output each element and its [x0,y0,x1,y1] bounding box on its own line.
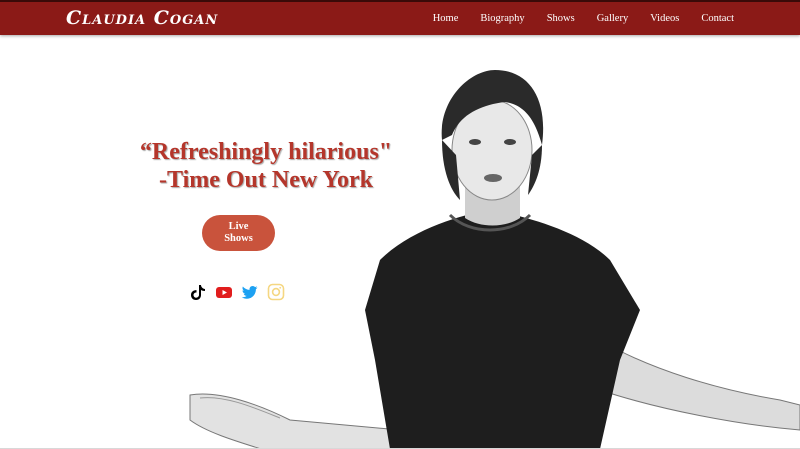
quote-line-1: “Refreshingly hilarious" [139,139,393,165]
social-links [189,283,293,301]
main-nav: Home Biography Shows Gallery Videos Cont… [411,13,734,24]
cta-line-2: Shows [224,233,253,244]
press-quote: “Refreshingly hilarious" -Time Out New Y… [128,138,404,194]
youtube-icon[interactable] [215,283,233,301]
quote-source: -Time Out New York [159,167,373,193]
site-header: Claudia Cogan Home Biography Shows Galle… [0,0,800,35]
cta-line-1: Live [228,221,249,232]
live-shows-button[interactable]: Live Shows [202,215,275,251]
site-logo[interactable]: Claudia Cogan [66,7,218,29]
nav-gallery[interactable]: Gallery [597,13,629,24]
nav-home[interactable]: Home [433,13,459,24]
nav-biography[interactable]: Biography [480,13,524,24]
instagram-icon[interactable] [267,283,285,301]
hero-photo [189,70,800,449]
nav-videos[interactable]: Videos [650,13,679,24]
nav-shows[interactable]: Shows [547,13,575,24]
twitter-icon[interactable] [241,283,259,301]
tiktok-icon[interactable] [189,283,207,301]
nav-contact[interactable]: Contact [701,13,734,24]
